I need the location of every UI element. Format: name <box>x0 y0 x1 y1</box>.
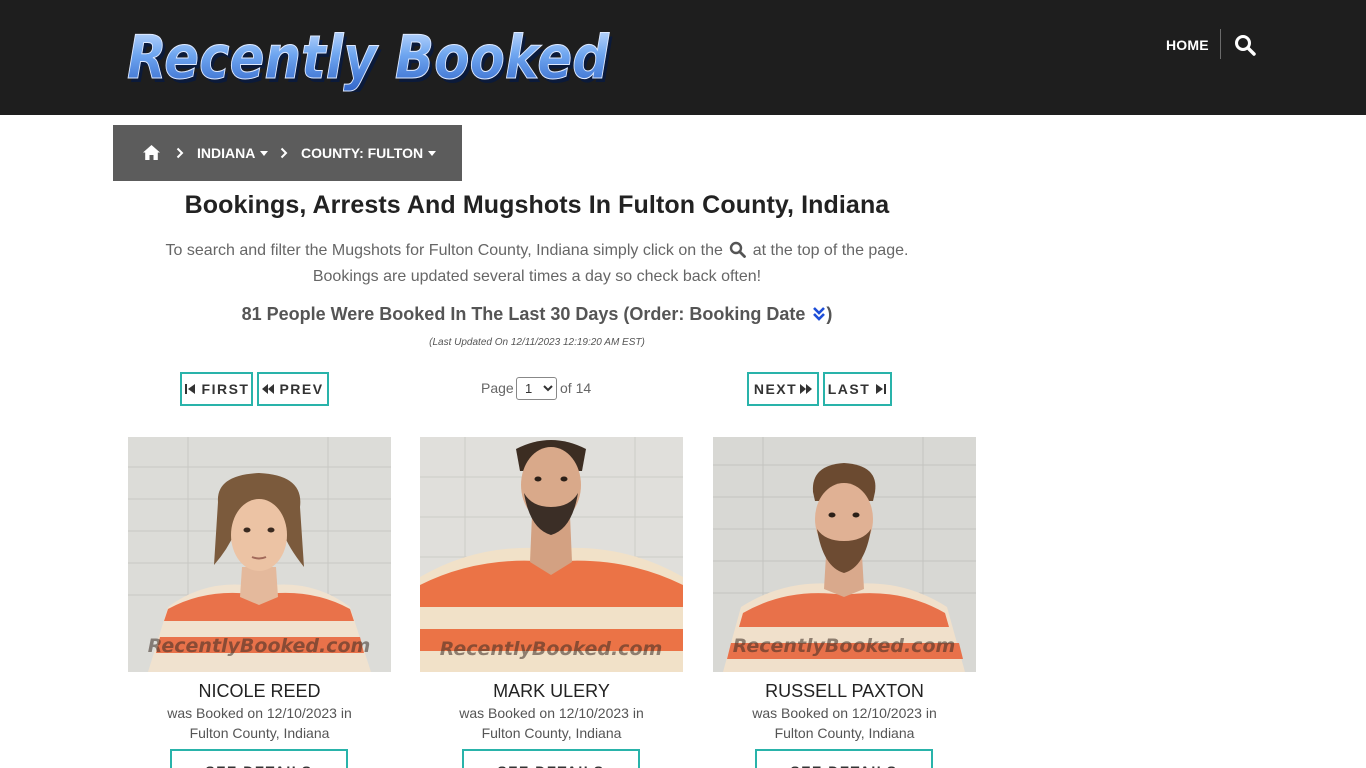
mugshot-image: RecentlyBooked.com <box>420 437 683 672</box>
site-header: Recently Booked Recently Booked HOME <box>0 0 1366 115</box>
page-title: Bookings, Arrests And Mugshots In Fulton… <box>184 191 890 219</box>
watermark-text: RecentlyBooked.com <box>148 635 371 657</box>
booking-count-text: 81 People Were Booked In The Last 30 Day… <box>241 304 806 324</box>
next-page-label: NEXT <box>753 381 798 397</box>
prev-page-button[interactable]: PREV <box>257 372 329 406</box>
booking-meta: was Booked on 12/10/2023 in Fulton Count… <box>713 703 976 743</box>
mugshot-image: RecentlyBooked.com <box>713 437 976 672</box>
watermark-text: RecentlyBooked.com <box>733 635 956 657</box>
booking-name[interactable]: MARK ULERY <box>420 681 683 702</box>
page-total: of 14 <box>560 380 592 396</box>
last-page-label: LAST <box>827 381 871 397</box>
site-logo[interactable]: Recently Booked Recently Booked <box>126 20 616 93</box>
first-page-button[interactable]: FIRST <box>180 372 253 406</box>
first-page-icon <box>184 384 195 394</box>
booking-count-close: ) <box>826 304 833 324</box>
prev-page-label: PREV <box>279 381 324 397</box>
fast-forward-icon <box>800 384 813 394</box>
booking-meta: was Booked on 12/10/2023 in Fulton Count… <box>420 703 683 743</box>
search-icon <box>730 241 747 258</box>
breadcrumb-state[interactable]: INDIANA <box>197 145 269 161</box>
mugshot-photo[interactable]: RecentlyBooked.com <box>128 437 391 672</box>
caret-down-icon <box>260 150 269 156</box>
booking-date-line: was Booked on 12/10/2023 in <box>167 705 352 721</box>
nav-home-link[interactable]: HOME <box>1166 37 1209 53</box>
intro-part1: To search and filter the Mugshots for Fu… <box>165 242 723 259</box>
breadcrumb-state-label: INDIANA <box>197 145 256 161</box>
mugshot-photo[interactable]: RecentlyBooked.com <box>420 437 683 672</box>
mugshot-photo[interactable]: RecentlyBooked.com <box>713 437 976 672</box>
booking-location-line: Fulton County, Indiana <box>189 725 330 741</box>
next-page-button[interactable]: NEXT <box>747 372 819 406</box>
breadcrumb-county-label: COUNTY: FULTON <box>301 145 424 161</box>
see-details-button[interactable]: SEE DETAILS <box>170 749 348 768</box>
booking-name[interactable]: RUSSELL PAXTON <box>713 681 976 702</box>
see-details-button[interactable]: SEE DETAILS <box>462 749 640 768</box>
intro-line2: Bookings are updated several times a day… <box>312 268 762 285</box>
last-page-button[interactable]: LAST <box>823 372 892 406</box>
last-page-icon <box>876 384 887 394</box>
home-icon[interactable] <box>143 145 160 160</box>
sort-order-icon[interactable] <box>812 306 826 322</box>
nav-divider <box>1220 29 1221 59</box>
intro-text: To search and filter the Mugshots for Fu… <box>113 238 961 290</box>
booking-date-line: was Booked on 12/10/2023 in <box>752 705 937 721</box>
see-details-button[interactable]: SEE DETAILS <box>755 749 933 768</box>
first-page-label: FIRST <box>201 381 250 397</box>
page-label: Page <box>481 380 514 396</box>
page-select[interactable]: 1 <box>516 377 557 400</box>
rewind-icon <box>262 384 275 394</box>
booking-name[interactable]: NICOLE REED <box>128 681 391 702</box>
chevron-right-icon <box>176 147 184 159</box>
booking-date-line: was Booked on 12/10/2023 in <box>459 705 644 721</box>
booking-count: 81 People Were Booked In The Last 30 Day… <box>113 304 961 325</box>
logo-text: Recently Booked <box>127 23 610 92</box>
intro-part2: at the top of the page. <box>752 242 909 259</box>
breadcrumb: INDIANA COUNTY: FULTON <box>113 125 462 181</box>
watermark-text: RecentlyBooked.com <box>440 638 663 660</box>
booking-location-line: Fulton County, Indiana <box>774 725 915 741</box>
booking-meta: was Booked on 12/10/2023 in Fulton Count… <box>128 703 391 743</box>
booking-location-line: Fulton County, Indiana <box>481 725 622 741</box>
search-icon[interactable] <box>1234 34 1256 56</box>
last-updated: (Last Updated On 12/11/2023 12:19:20 AM … <box>429 337 645 348</box>
caret-down-icon <box>428 150 437 156</box>
chevron-right-icon <box>280 147 288 159</box>
mugshot-image: RecentlyBooked.com <box>128 437 391 672</box>
breadcrumb-county[interactable]: COUNTY: FULTON <box>301 145 437 161</box>
